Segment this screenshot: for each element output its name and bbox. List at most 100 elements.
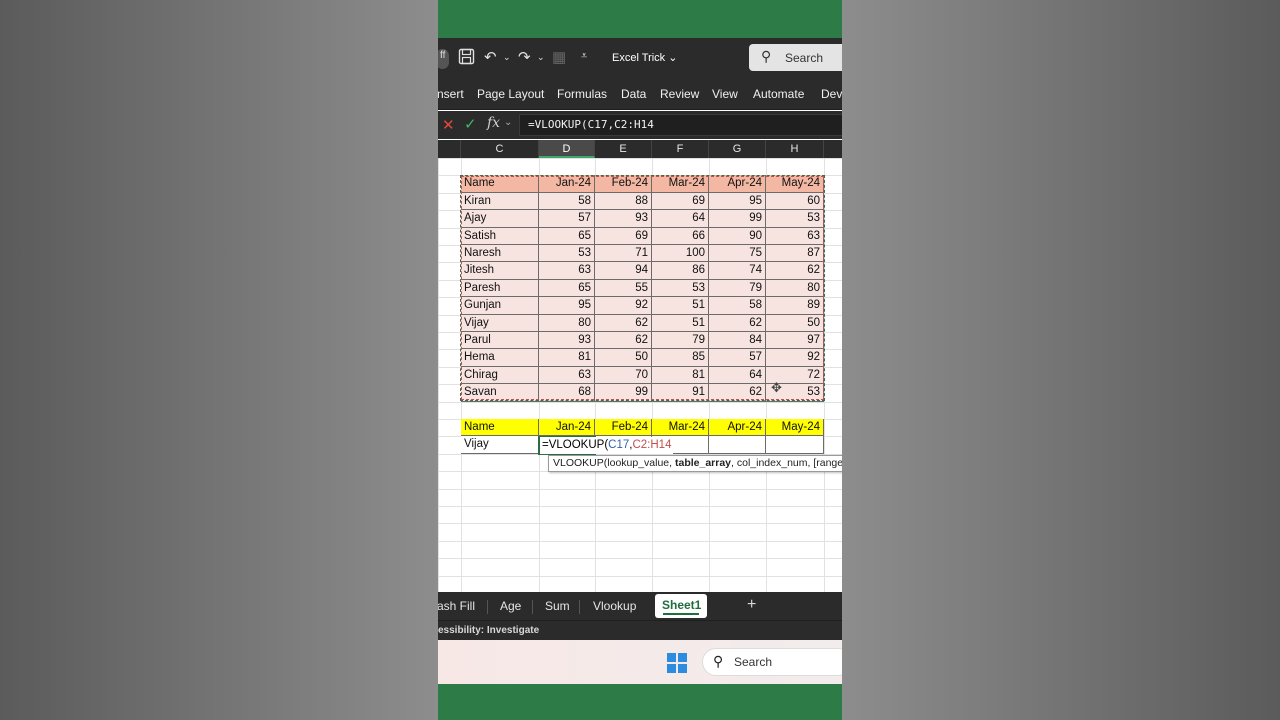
table-cell[interactable]: 60 (766, 192, 824, 211)
table-header-cell[interactable]: May-24 (766, 175, 824, 193)
table-cell[interactable]: 50 (766, 314, 824, 332)
table-cell[interactable]: 64 (709, 366, 766, 385)
table-cell[interactable]: Ajay (461, 210, 539, 228)
table-header-cell[interactable]: Mar-24 (652, 175, 709, 193)
search-box[interactable]: ⚲ Search (749, 44, 842, 71)
table-cell[interactable]: 88 (595, 192, 652, 211)
table-cell[interactable]: 71 (595, 245, 652, 263)
table-cell[interactable]: Gunjan (461, 297, 539, 315)
table-cell[interactable]: Naresh (461, 245, 539, 263)
table-cell[interactable]: 93 (539, 332, 595, 350)
table-cell[interactable]: 93 (595, 210, 652, 228)
table-cell[interactable]: Jitesh (461, 262, 539, 280)
table-cell[interactable]: 95 (539, 297, 595, 315)
lookup-header-cell[interactable]: May-24 (766, 419, 824, 437)
table-cell[interactable]: 86 (652, 262, 709, 280)
lookup-header-cell[interactable]: Jan-24 (539, 419, 595, 437)
column-header-c[interactable]: C (461, 140, 539, 158)
lookup-header-cell[interactable]: Feb-24 (595, 419, 652, 437)
table-cell[interactable]: 74 (709, 262, 766, 280)
tab-developer[interactable]: Dev (821, 87, 842, 101)
table-cell[interactable]: 55 (595, 279, 652, 298)
table-cell[interactable]: 92 (766, 349, 824, 367)
table-cell[interactable]: 63 (539, 262, 595, 280)
workbook-title[interactable]: Excel Trick ⌄ (612, 51, 677, 64)
formula-input[interactable]: =VLOOKUP(C17,C2:H14 (519, 114, 842, 136)
table-cell[interactable]: 58 (709, 297, 766, 315)
table-cell[interactable]: 99 (595, 384, 652, 402)
sheet-tab-sheet1[interactable]: Sheet1 (655, 594, 707, 618)
table-cell[interactable]: 62 (709, 314, 766, 332)
table-cell[interactable]: 79 (709, 279, 766, 298)
table-cell[interactable]: 81 (652, 366, 709, 385)
table-cell[interactable]: Paresh (461, 279, 539, 298)
table-cell[interactable]: 90 (709, 227, 766, 245)
cancel-icon[interactable]: ✕ (442, 116, 455, 134)
windows-start-icon[interactable] (667, 653, 687, 673)
table-cell[interactable]: 84 (709, 332, 766, 350)
table-cell[interactable]: 53 (766, 210, 824, 228)
lookup-result-cell[interactable] (766, 436, 824, 454)
table-cell[interactable]: 69 (595, 227, 652, 245)
editing-formula[interactable]: =VLOOKUP(C17,C2:H14 (540, 437, 674, 454)
table-cell[interactable]: 53 (652, 279, 709, 298)
table-cell[interactable]: 81 (539, 349, 595, 367)
redo-icon[interactable]: ↷ (518, 48, 531, 68)
worksheet-grid[interactable]: Name Jan-24 Feb-24 Mar-24 Apr-24 May-24 Kiran 5… (438, 158, 842, 592)
table-cell[interactable]: Vijay (461, 314, 539, 332)
table-cell[interactable]: 65 (539, 227, 595, 245)
table-cell[interactable]: Parul (461, 332, 539, 350)
table-header-cell[interactable]: Name (461, 175, 539, 193)
lookup-header-cell[interactable]: Mar-24 (652, 419, 709, 437)
table-cell[interactable]: 62 (766, 262, 824, 280)
enter-check-icon[interactable]: ✓ (464, 115, 477, 133)
table-cell[interactable]: 92 (595, 297, 652, 315)
table-cell[interactable]: 100 (652, 245, 709, 263)
lookup-header-cell[interactable]: Apr-24 (709, 419, 766, 437)
table-cell[interactable]: 99 (709, 210, 766, 228)
table-cell[interactable]: 63 (539, 366, 595, 385)
column-header-g[interactable]: G (709, 140, 766, 158)
column-header-e[interactable]: E (595, 140, 652, 158)
table-cell[interactable]: 80 (539, 314, 595, 332)
tab-automate[interactable]: Automate (753, 87, 804, 101)
column-header-b[interactable] (438, 140, 461, 158)
table-cell[interactable]: 57 (539, 210, 595, 228)
tab-formulas[interactable]: Formulas (557, 87, 607, 101)
redo-dropdown-icon[interactable]: ⌄ (537, 52, 545, 72)
table-header-cell[interactable]: Jan-24 (539, 175, 595, 193)
customize-qat-icon[interactable]: ⩡ (581, 50, 587, 70)
table-cell[interactable]: 97 (766, 332, 824, 350)
table-header-cell[interactable]: Feb-24 (595, 175, 652, 193)
tab-data[interactable]: Data (621, 87, 646, 101)
tab-view[interactable]: View (712, 87, 738, 101)
table-cell[interactable]: 62 (595, 314, 652, 332)
table-cell[interactable]: 91 (652, 384, 709, 402)
table-cell[interactable]: 65 (539, 279, 595, 298)
formula-bar-chevron-icon[interactable]: ⌄ (504, 117, 512, 128)
table-cell[interactable]: Hema (461, 349, 539, 367)
accessibility-status[interactable]: essibility: Investigate (438, 625, 539, 636)
table-cell[interactable]: 95 (709, 192, 766, 211)
add-sheet-button[interactable]: + (747, 596, 756, 614)
table-cell[interactable]: 62 (709, 384, 766, 402)
table-cell[interactable]: 62 (595, 332, 652, 350)
table-cell[interactable]: Satish (461, 227, 539, 245)
table-cell[interactable]: 94 (595, 262, 652, 280)
table-cell[interactable]: 64 (652, 210, 709, 228)
tab-page-layout[interactable]: Page Layout (477, 87, 544, 101)
sheet-tab-vlookup[interactable]: Vlookup (593, 599, 636, 613)
insert-function-icon[interactable]: fx (487, 115, 500, 131)
table-cell[interactable]: 85 (652, 349, 709, 367)
undo-dropdown-icon[interactable]: ⌄ (503, 52, 511, 72)
lookup-result-cell[interactable] (709, 436, 766, 454)
table-cell[interactable]: 58 (539, 192, 595, 211)
table-cell[interactable]: 51 (652, 314, 709, 332)
table-cell[interactable]: 66 (652, 227, 709, 245)
autosave-toggle[interactable]: ff (438, 49, 450, 69)
table-cell[interactable]: 79 (652, 332, 709, 350)
column-header-h[interactable]: H (766, 140, 824, 158)
table-cell[interactable]: 50 (595, 349, 652, 367)
save-icon[interactable] (458, 48, 475, 68)
column-header-d[interactable]: D (539, 140, 595, 158)
